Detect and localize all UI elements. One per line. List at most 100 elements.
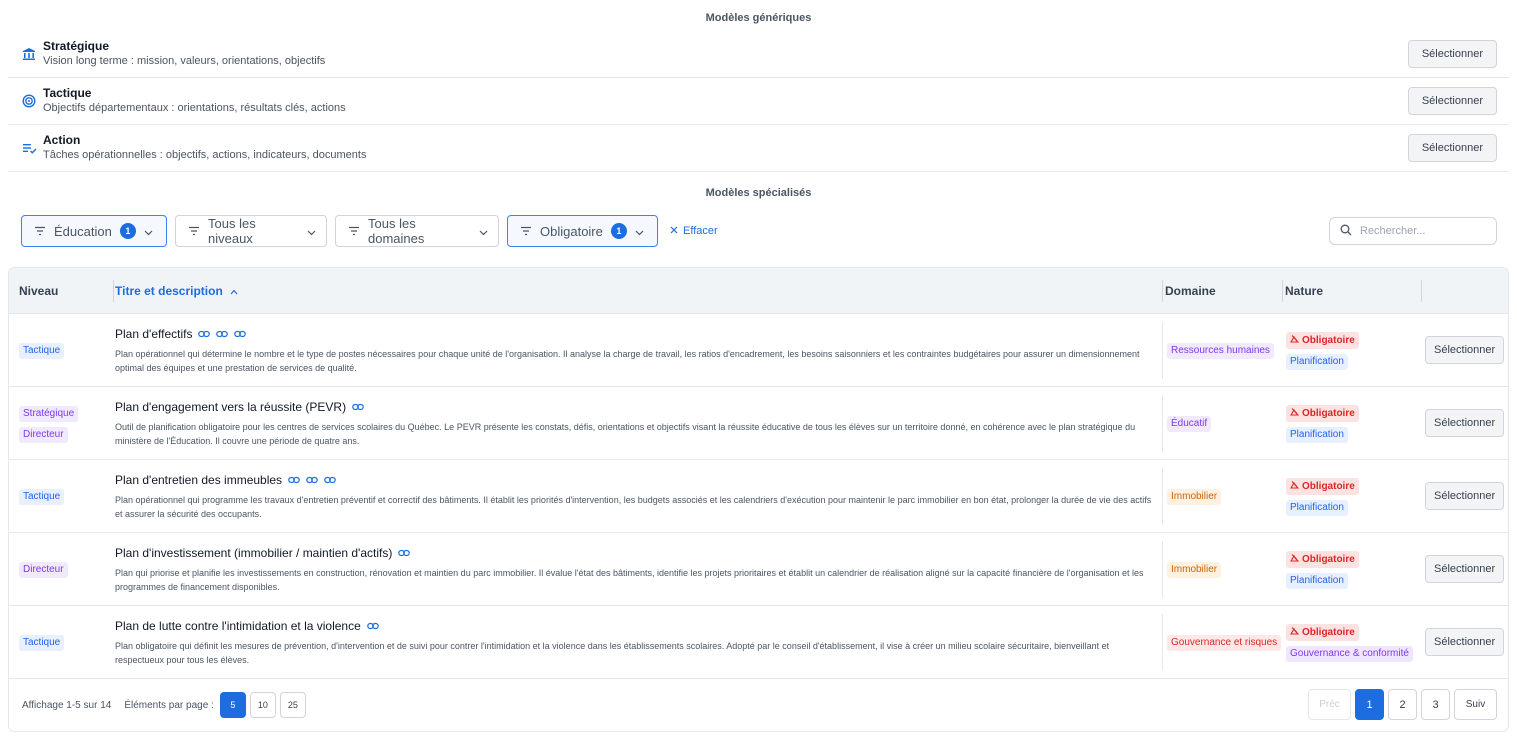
prev-page-button[interactable]: Préc [1308,689,1351,720]
link-icon[interactable] [234,327,247,342]
next-page-button[interactable]: Suiv [1454,689,1497,720]
chevron-down-icon [635,224,644,239]
generic-item-action: Action Tâches opérationnelles : objectif… [8,125,1509,172]
link-icon[interactable] [324,473,336,488]
chevron-down-icon [144,224,153,239]
sort-ascending-icon [230,284,238,298]
action-cell: Sélectionner [1425,482,1505,510]
select-template-button[interactable]: Sélectionner [1425,555,1505,583]
chevron-down-icon [479,224,488,239]
generic-section-title: Modèles génériques [705,12,812,24]
select-tactique-button[interactable]: Sélectionner [1407,87,1497,115]
header-domaine[interactable]: Domaine [1165,284,1216,298]
per-page-label: Éléments par page : [124,699,214,711]
row-title: Plan d'entretien des immeubles [115,473,1155,488]
niveau-cell: Tactique [19,460,65,533]
table-row: Tactique Plan d'effectifs Plan opérationne… [9,314,1508,387]
niveau-tag: Tactique [19,343,65,359]
row-title: Plan d'investissement (immobilier / main… [115,546,1155,561]
showing-count: Affichage 1-5 sur 14 [22,699,112,711]
nature-cell: Obligatoire Planification [1286,533,1359,606]
link-icon[interactable] [306,473,318,488]
per-page-option-10[interactable]: 10 [249,692,276,718]
header-nature[interactable]: Nature [1285,284,1323,298]
select-template-button[interactable]: Sélectionner [1425,628,1505,656]
per-page-option-5[interactable]: 5 [219,692,246,718]
action-cell: Sélectionner [1425,336,1505,364]
domain-cell: Éducatif [1162,395,1212,452]
target-icon [20,92,38,110]
link-icon[interactable] [352,400,364,415]
row-description: Plan opérationnel qui programme les trav… [115,495,1152,519]
select-template-button[interactable]: Sélectionner [1425,336,1505,364]
row-title-text: Plan d'entretien des immeubles [115,473,283,487]
filter-label: Tous les niveaux [208,216,256,246]
search-input[interactable] [1360,225,1480,237]
specialized-section-title: Modèles spécialisés [705,187,812,199]
header-titre-label: Titre et description [115,284,223,298]
nature-tag: Planification [1286,572,1348,589]
templates-table: Niveau Titre et description Domaine Natu… [8,267,1509,732]
generic-item-desc: Tâches opérationnelles : objectifs, acti… [43,149,367,161]
domain-tag: Gouvernance et risques [1167,634,1282,651]
row-description: Outil de planification obligatoire pour … [115,422,1136,446]
niveau-tag: Directeur [19,562,68,578]
obligatoire-badge: Obligatoire [1286,331,1359,349]
niveau-tag: Stratégique [19,405,79,422]
filter-niveaux[interactable]: Tous les niveaux [175,215,327,247]
gavel-icon [1290,407,1300,419]
nature-label: Obligatoire [1302,407,1355,419]
domain-cell: Immobilier [1162,468,1222,525]
generic-item-tactique: Tactique Objectifs départementaux : orie… [8,78,1509,125]
domain-tag: Immobilier [1167,488,1222,505]
link-icon[interactable] [288,473,300,488]
page-button-2[interactable]: 2 [1388,689,1417,720]
clear-filters-button[interactable]: Effacer [670,225,718,237]
link-icon[interactable] [398,546,411,561]
filter-education[interactable]: Éducation 1 [21,215,167,247]
row-title: Plan d'engagement vers la réussite (PEVR… [115,400,1155,415]
close-icon [670,225,678,237]
select-template-button[interactable]: Sélectionner [1425,482,1505,510]
action-cell: Sélectionner [1425,555,1505,583]
filter-icon [520,224,532,239]
niveau-tag: Directeur [19,426,68,443]
filter-obligatoire[interactable]: Obligatoire 1 [507,215,658,247]
per-page-option-25[interactable]: 25 [279,692,306,718]
filter-icon [34,224,46,239]
filter-domaines[interactable]: Tous les domaines [335,215,499,247]
select-action-button[interactable]: Sélectionner [1407,134,1497,162]
action-cell: Sélectionner [1425,628,1505,656]
filter-icon [348,224,360,239]
generic-item-title: Stratégique [43,39,110,53]
domain-tag: Immobilier [1167,561,1222,578]
filter-icon [188,224,200,239]
search-box [1329,217,1497,245]
select-template-button[interactable]: Sélectionner [1425,409,1505,437]
page-button-1[interactable]: 1 [1355,689,1384,720]
row-title: Plan de lutte contre l'intimidation et l… [115,619,1155,634]
domain-cell: Ressources humaines [1162,322,1274,379]
title-cell: Plan d'investissement (immobilier / main… [115,546,1155,594]
link-icon[interactable] [216,327,229,342]
generic-templates-list: Stratégique Vision long terme : mission,… [8,31,1509,172]
header-niveau[interactable]: Niveau [19,284,58,298]
header-titre[interactable]: Titre et description [115,284,238,298]
obligatoire-badge: Obligatoire [1286,404,1359,422]
generic-item-desc: Objectifs départementaux : orientations,… [43,102,346,114]
link-icon[interactable] [198,327,211,342]
domain-cell: Gouvernance et risques [1162,614,1282,671]
pagination: Préc 1 2 3 Suiv [1308,689,1497,720]
niveau-tag: Tactique [19,635,65,651]
page-button-3[interactable]: 3 [1421,689,1450,720]
chevron-down-icon [307,224,316,239]
obligatoire-badge: Obligatoire [1286,477,1359,495]
generic-item-title: Action [43,133,81,147]
row-title: Plan d'effectifs [115,327,1155,342]
nature-tag: Planification [1286,499,1348,516]
link-icon[interactable] [366,619,379,634]
filter-count-badge: 1 [119,223,136,239]
select-strategique-button[interactable]: Sélectionner [1407,40,1497,68]
nature-cell: Obligatoire Planification [1286,387,1359,460]
title-cell: Plan d'effectifs Plan opérationnel qui dé… [115,327,1155,375]
